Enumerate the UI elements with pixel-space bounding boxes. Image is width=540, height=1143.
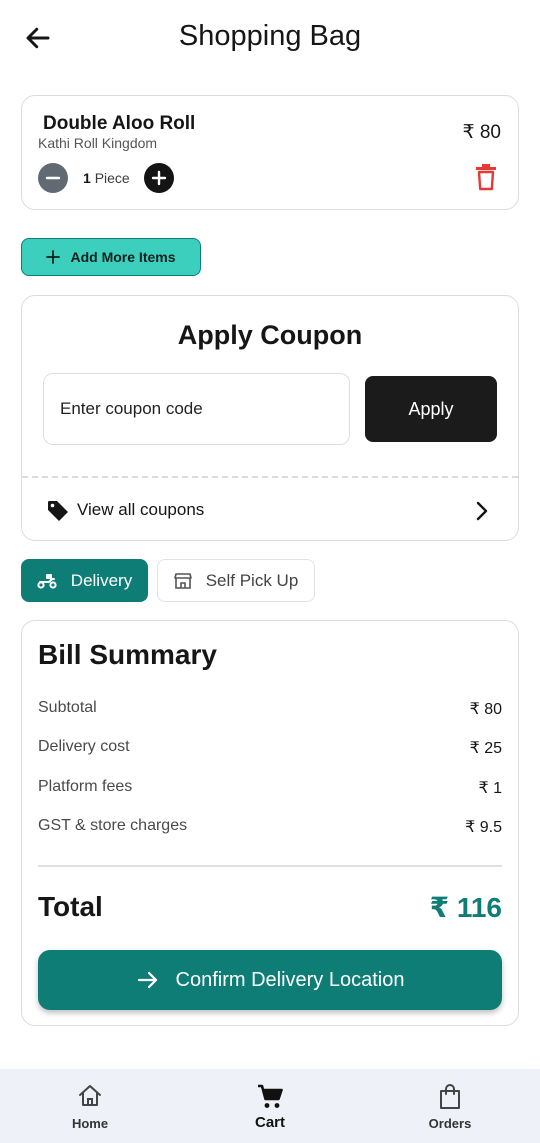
nav-label-cart: Cart bbox=[254, 1114, 285, 1131]
view-all-coupons-label: View all coupons bbox=[77, 500, 205, 519]
dashed-divider bbox=[22, 476, 518, 478]
shopping-bag-icon bbox=[440, 1084, 460, 1109]
nav-item-home[interactable]: Home bbox=[30, 1069, 150, 1143]
scooter-icon bbox=[37, 573, 57, 589]
bill-row-subtotal: Subtotal ₹ 80 bbox=[38, 699, 502, 723]
bill-row-label: GST & store charges bbox=[38, 817, 188, 834]
confirm-delivery-location-button[interactable]: Confirm Delivery Location bbox=[38, 950, 502, 1010]
bill-row-value: ₹ 80 bbox=[469, 701, 502, 718]
bill-row-label: Subtotal bbox=[38, 699, 97, 716]
quantity-display: 1 Piece bbox=[83, 170, 130, 186]
coupon-code-input[interactable] bbox=[43, 373, 350, 445]
cart-icon bbox=[258, 1084, 283, 1108]
chevron-right-icon bbox=[476, 501, 488, 521]
self-pickup-mode-label: Self Pick Up bbox=[205, 570, 299, 590]
bill-row-value: ₹ 25 bbox=[469, 740, 502, 757]
bill-row-platform-fees: Platform fees ₹ 1 bbox=[38, 778, 502, 802]
trash-icon bbox=[476, 164, 496, 191]
self-pickup-mode-button[interactable]: Self Pick Up bbox=[157, 559, 315, 602]
home-icon bbox=[79, 1085, 101, 1106]
bill-row-value: ₹ 1 bbox=[478, 780, 502, 797]
page-title: Shopping Bag bbox=[178, 20, 362, 52]
bill-row-gst-store-charges: GST & store charges ₹ 9.5 bbox=[38, 817, 502, 841]
bottom-navigation: Home Cart Orders bbox=[0, 1069, 540, 1143]
nav-item-orders[interactable]: Orders bbox=[390, 1069, 510, 1143]
bill-row-value: ₹ 9.5 bbox=[465, 819, 502, 836]
view-all-coupons-row[interactable]: View all coupons bbox=[22, 486, 518, 536]
apply-coupon-button[interactable]: Apply bbox=[365, 376, 497, 442]
bill-row-label: Delivery cost bbox=[38, 738, 130, 755]
delete-item-button[interactable] bbox=[474, 162, 498, 192]
plus-icon bbox=[151, 170, 167, 186]
store-icon bbox=[173, 572, 192, 589]
coupon-card: Apply Coupon Apply View all coupons bbox=[21, 295, 519, 541]
item-price: ₹ 80 bbox=[462, 122, 501, 143]
bill-row-delivery-cost: Delivery cost ₹ 25 bbox=[38, 738, 502, 762]
tag-icon bbox=[48, 501, 68, 521]
nav-label-home: Home bbox=[71, 1116, 109, 1131]
increase-quantity-button[interactable] bbox=[144, 163, 174, 193]
bill-summary-title: Bill Summary bbox=[38, 639, 217, 670]
add-more-items-label: Add More Items bbox=[70, 249, 176, 265]
delivery-mode-label: Delivery bbox=[70, 570, 133, 590]
decrease-quantity-button[interactable] bbox=[38, 163, 68, 193]
quantity-unit: Piece bbox=[94, 170, 130, 186]
plus-icon bbox=[46, 250, 61, 264]
nav-label-orders: Orders bbox=[428, 1116, 472, 1131]
add-more-items-button[interactable]: Add More Items bbox=[21, 238, 201, 276]
nav-item-cart[interactable]: Cart bbox=[210, 1069, 330, 1143]
confirm-delivery-location-label: Confirm Delivery Location bbox=[175, 968, 405, 991]
arrow-right-icon bbox=[137, 971, 157, 989]
cart-item-card: Double Aloo Roll Kathi Roll Kingdom ₹ 80… bbox=[21, 95, 519, 210]
quantity-value: 1 bbox=[83, 170, 91, 186]
app-header: Shopping Bag bbox=[0, 0, 540, 78]
total-value: ₹ 116 bbox=[429, 892, 502, 923]
total-label: Total bbox=[38, 891, 103, 922]
item-shop-name: Kathi Roll Kingdom bbox=[38, 135, 158, 151]
minus-icon bbox=[45, 176, 61, 180]
delivery-mode-button[interactable]: Delivery bbox=[21, 559, 148, 602]
bill-row-label: Platform fees bbox=[38, 778, 133, 795]
coupon-title: Apply Coupon bbox=[177, 320, 363, 350]
item-name: Double Aloo Roll bbox=[43, 113, 196, 134]
bill-divider bbox=[38, 865, 502, 867]
bill-summary-card: Bill Summary Subtotal ₹ 80 Delivery cost… bbox=[21, 620, 519, 1026]
